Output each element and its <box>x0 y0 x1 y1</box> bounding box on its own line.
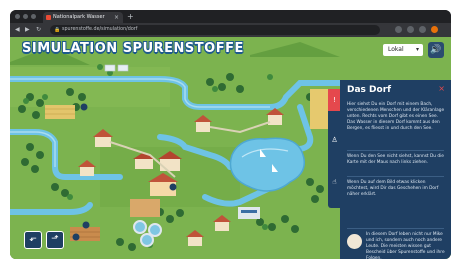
maximize-window-dot[interactable] <box>31 14 36 19</box>
panel-divider <box>347 228 444 229</box>
browser-tab[interactable]: Nationalpark Wasser × <box>43 12 123 23</box>
panel-title: Das Dorf <box>347 85 392 95</box>
back-icon[interactable]: ◀ <box>15 26 20 33</box>
chevron-down-icon: ▾ <box>415 46 419 53</box>
panel-divider <box>347 150 444 151</box>
lock-icon: 🔒 <box>54 27 61 33</box>
factory <box>238 207 260 219</box>
panel-divider <box>347 176 444 177</box>
profile-icon[interactable] <box>419 26 426 33</box>
tab-title: Nationalpark Wasser <box>53 14 105 20</box>
panel-paragraph-3: Wenn Du auf dem Bild etwas klicken möcht… <box>347 180 439 198</box>
address-bar: ◀ ▶ ↻ 🔒 spurenstoffe.de/simulation/dorf <box>10 23 451 37</box>
window-controls <box>15 14 36 19</box>
tab-bar: Nationalpark Wasser × + <box>10 10 451 23</box>
reload-icon[interactable]: ↻ <box>36 26 41 33</box>
new-tab-button[interactable]: + <box>127 11 134 22</box>
game-title: SIMULATION SPURENSTOFFE <box>22 41 244 56</box>
zoom-out-button[interactable]: ⬐ <box>24 231 42 249</box>
url-text: spurenstoffe.de/simulation/dorf <box>62 27 138 32</box>
zoom-in-button[interactable]: ⬏ <box>46 231 64 249</box>
url-field[interactable]: 🔒 spurenstoffe.de/simulation/dorf <box>50 25 380 35</box>
panel-paragraph-2: Wenn Du den See nicht siehst, kannst Du … <box>347 154 444 166</box>
game-viewport[interactable]: SIMULATION SPURENSTOFFE Lokal ▾ 🔊 ! ♙ ☝ … <box>10 37 451 259</box>
panel-paragraph-4: In diesem Dorf leben nicht nur Mike und … <box>366 232 445 259</box>
view-select[interactable]: Lokal ▾ <box>383 44 423 56</box>
view-select-value: Lokal <box>388 46 404 53</box>
menu-icon[interactable] <box>431 26 438 33</box>
browser-window: Nationalpark Wasser × + ◀ ▶ ↻ 🔒 spurenst… <box>10 10 451 259</box>
bookmark-icon[interactable] <box>407 26 414 33</box>
close-icon[interactable]: × <box>438 84 445 93</box>
minimize-window-dot[interactable] <box>23 14 28 19</box>
tab-close-icon[interactable]: × <box>114 12 119 23</box>
avatar <box>347 234 362 249</box>
favicon-icon <box>46 15 51 20</box>
speaker-icon[interactable]: 🔊 <box>428 42 444 58</box>
panel-paragraph-1: Hier siehst Du ein Dorf mit einem Bach, … <box>347 102 445 132</box>
forward-icon[interactable]: ▶ <box>25 26 30 33</box>
info-panel: Das Dorf × Hier siehst Du ein Dorf mit e… <box>340 80 451 259</box>
extension-icon[interactable] <box>395 26 402 33</box>
close-window-dot[interactable] <box>15 14 20 19</box>
